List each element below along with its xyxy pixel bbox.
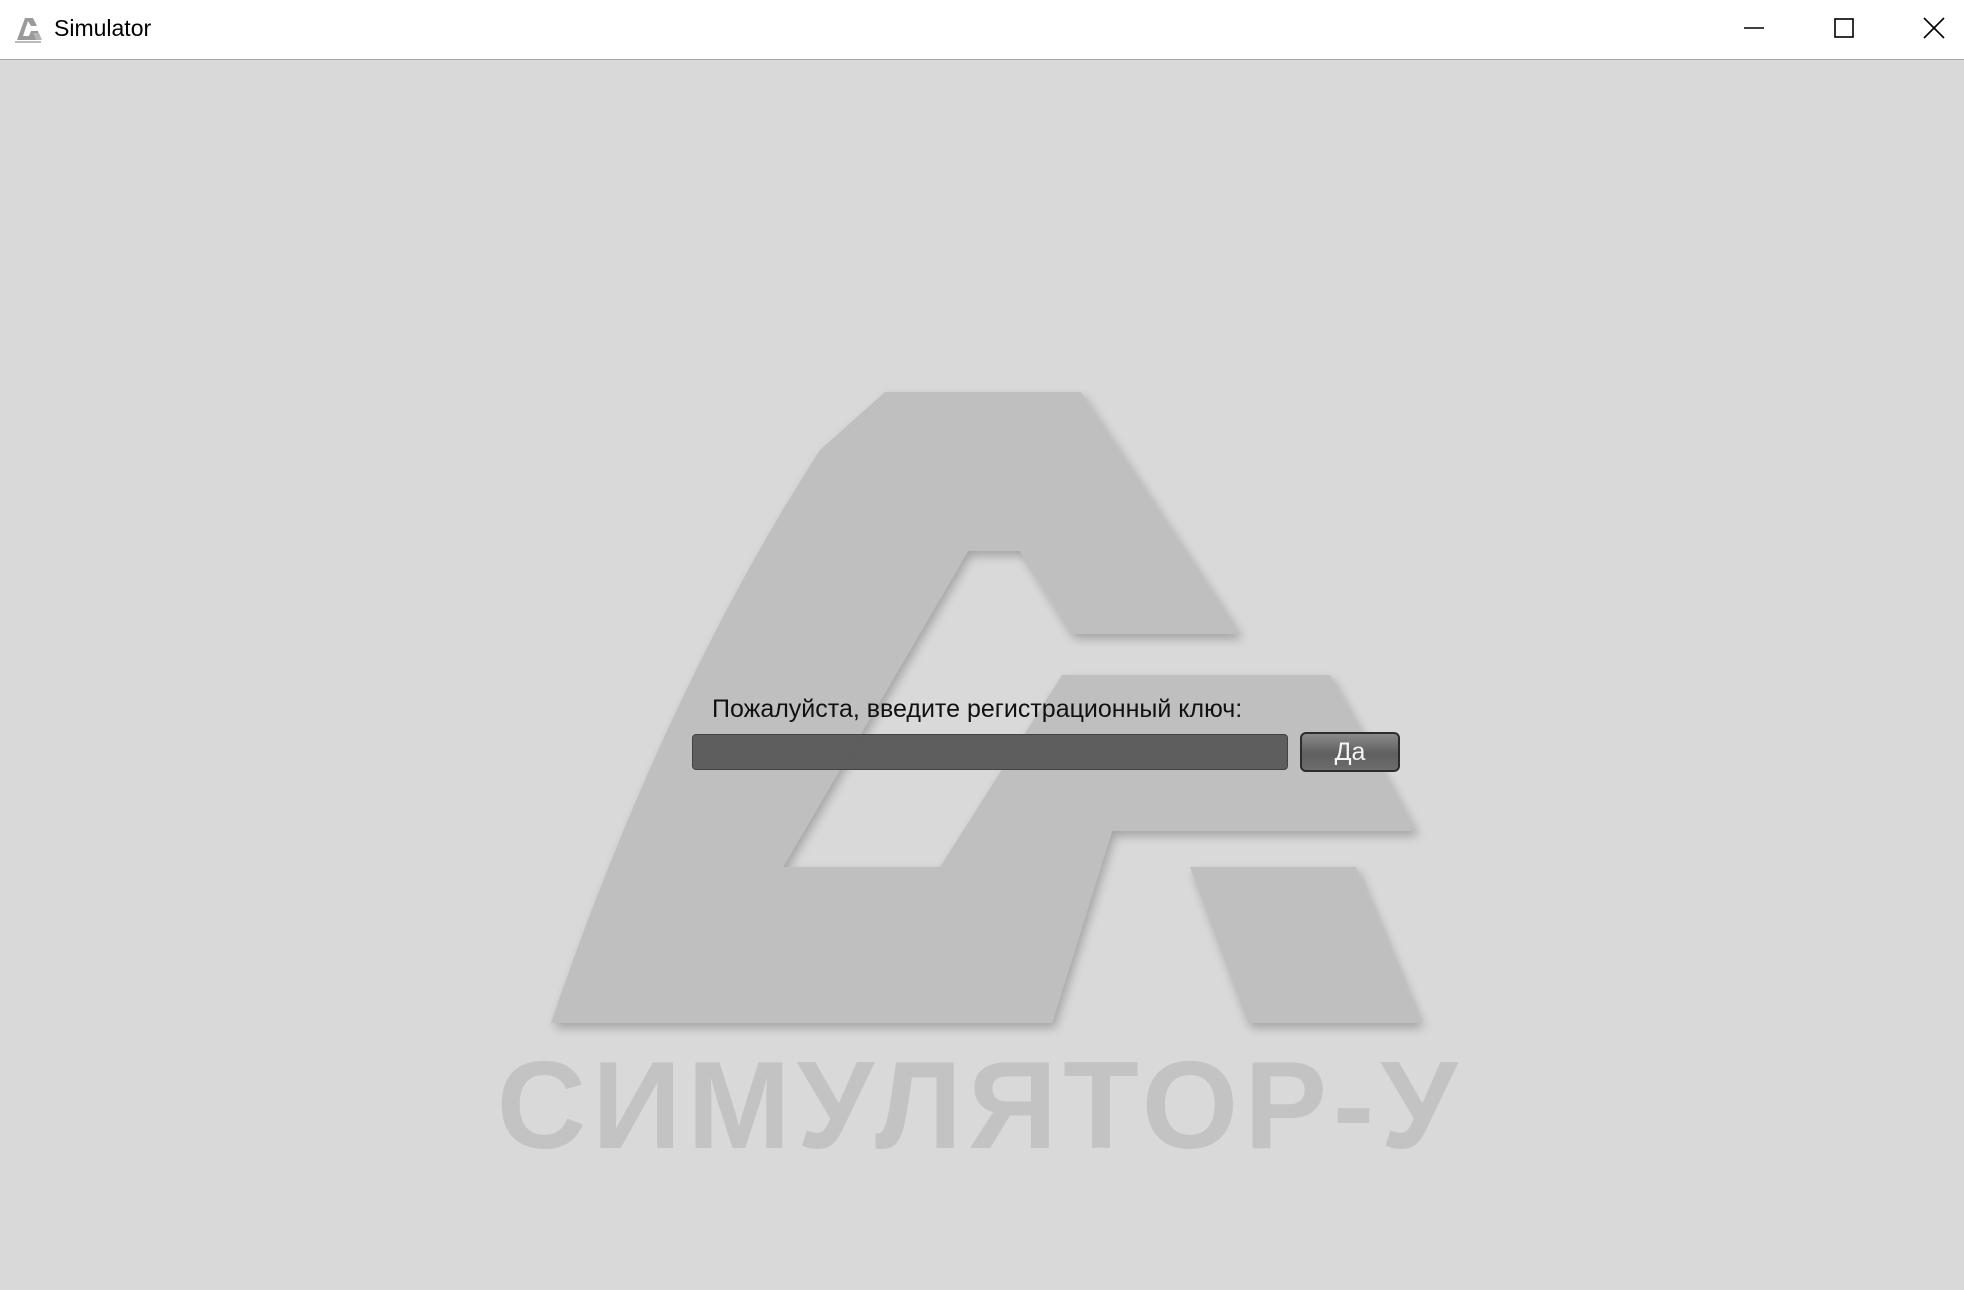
- registration-key-input[interactable]: [692, 734, 1288, 770]
- minimize-icon: [1744, 26, 1764, 29]
- confirm-button[interactable]: Да: [1300, 732, 1400, 772]
- simulator-logo: СИМУЛЯТОР-У: [497, 392, 1464, 1175]
- logo-leg-shape: [1190, 867, 1421, 1023]
- app-window: Simulator СИМУЛЯТОР-У Пожалуйста, введит…: [0, 0, 1964, 1290]
- title-bar[interactable]: Simulator: [0, 0, 1964, 60]
- maximize-button[interactable]: [1799, 0, 1889, 55]
- main-content: СИМУЛЯТОР-У Пожалуйста, введите регистра…: [0, 60, 1964, 1290]
- registration-panel: Пожалуйста, введите регистрационный ключ…: [692, 694, 1402, 814]
- registration-prompt: Пожалуйста, введите регистрационный ключ…: [712, 695, 1243, 723]
- minimize-button[interactable]: [1709, 0, 1799, 55]
- window-title: Simulator: [54, 15, 152, 41]
- app-logo-icon: [15, 18, 42, 43]
- logo-text: СИМУЛЯТОР-У: [497, 1037, 1464, 1175]
- maximize-icon: [1834, 17, 1854, 38]
- close-button[interactable]: [1889, 0, 1964, 55]
- close-icon: [1923, 16, 1945, 39]
